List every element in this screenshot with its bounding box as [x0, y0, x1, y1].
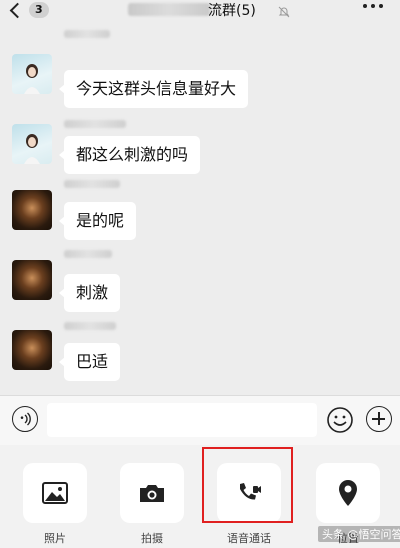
- mute-bell-icon: [278, 3, 290, 22]
- tool-tile[interactable]: [23, 463, 87, 523]
- sender-name-redacted: [64, 180, 120, 188]
- chat-title: 流群(5): [208, 3, 256, 19]
- message-bubble[interactable]: 巴适: [58, 343, 121, 381]
- voice-input-button[interactable]: [12, 406, 38, 432]
- avatar[interactable]: [12, 260, 52, 300]
- back-chevron-icon: [9, 2, 26, 18]
- avatar[interactable]: [12, 124, 52, 164]
- sender-name-redacted: [64, 250, 112, 258]
- tool-tile[interactable]: [120, 463, 184, 523]
- highlight-box: [202, 447, 293, 523]
- message-bubble[interactable]: 刺激: [58, 274, 121, 312]
- chat-header: 3 流群(5): [0, 0, 400, 22]
- message-bubble[interactable]: 都这么刺激的吗: [58, 136, 201, 174]
- tool-camera[interactable]: 拍摄: [120, 463, 184, 546]
- message-bubble[interactable]: 是的呢: [58, 202, 137, 240]
- chat-title-redacted: [128, 3, 210, 16]
- location-icon: [339, 480, 357, 506]
- avatar[interactable]: [12, 54, 52, 94]
- tool-photo[interactable]: 照片: [23, 463, 87, 546]
- watermark: 头条 @悟空问答: [318, 526, 400, 542]
- image-icon: [42, 482, 68, 504]
- message-text-field[interactable]: [47, 403, 317, 437]
- avatar[interactable]: [12, 330, 52, 370]
- tool-label: 语音通话: [227, 532, 271, 545]
- avatar[interactable]: [12, 190, 52, 230]
- unread-count-badge: 3: [29, 2, 49, 18]
- sender-name-redacted: [64, 322, 116, 330]
- tool-tile[interactable]: [316, 463, 380, 523]
- back-button[interactable]: 3: [8, 0, 49, 20]
- tool-label: 照片: [44, 532, 66, 545]
- more-options-icon[interactable]: [363, 4, 383, 8]
- tool-label: 拍摄: [141, 532, 163, 545]
- sender-name-redacted: [64, 120, 126, 128]
- camera-icon: [140, 485, 164, 502]
- emoji-button[interactable]: [326, 406, 354, 438]
- more-functions-button[interactable]: [366, 406, 392, 432]
- sender-name-redacted: [64, 30, 110, 38]
- voice-wave-icon: [20, 412, 31, 426]
- input-bar: [0, 395, 400, 445]
- message-bubble[interactable]: 今天这群头信息量好大: [58, 70, 249, 108]
- emoji-icon: [327, 407, 353, 433]
